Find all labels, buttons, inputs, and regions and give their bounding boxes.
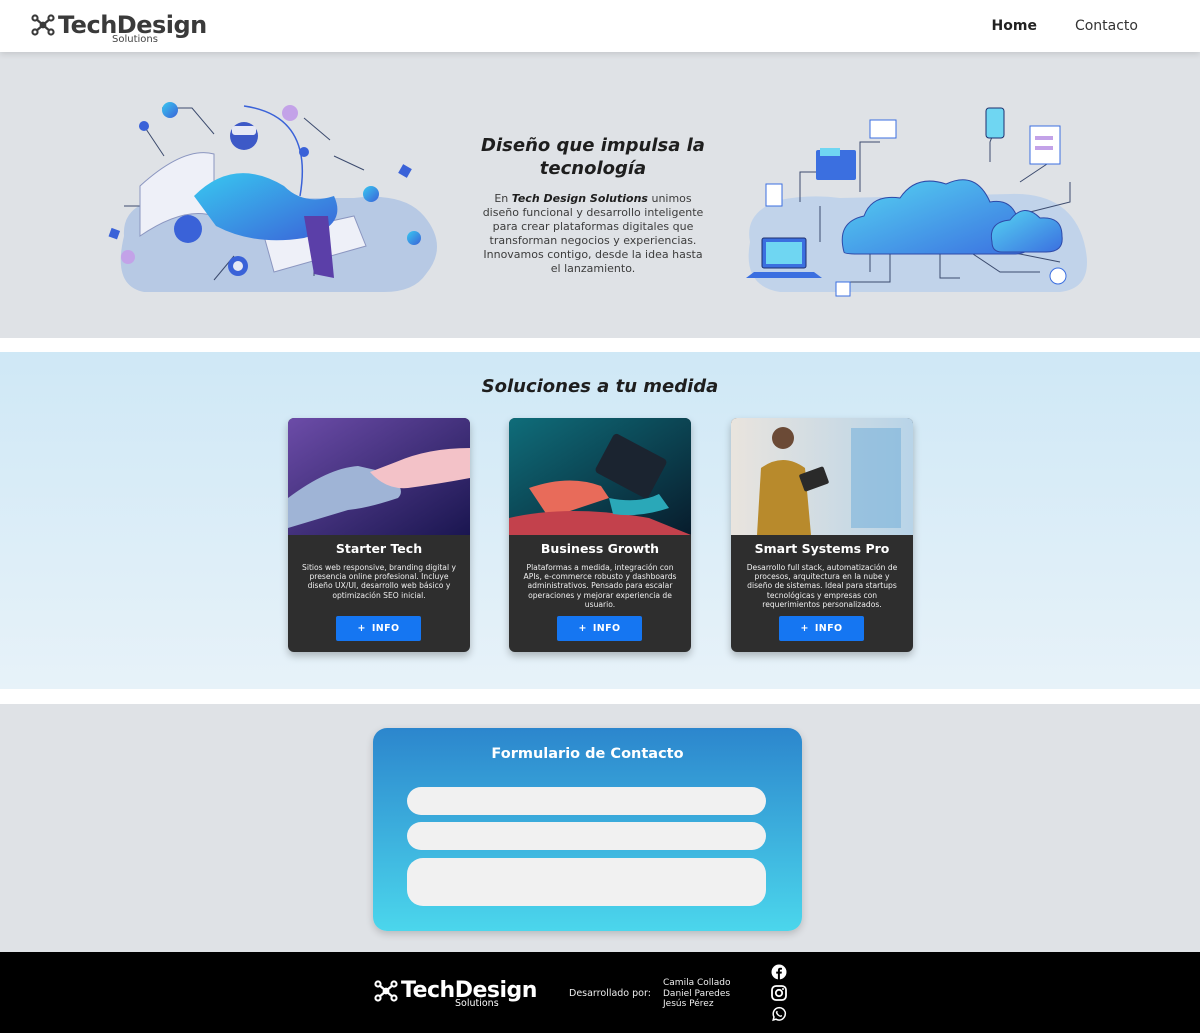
nav-link-home[interactable]: Home [992, 18, 1037, 34]
social-links [771, 964, 789, 1027]
info-button-label: INFO [371, 623, 400, 634]
hero-text-block: Diseño que impulsa la tecnología En Tech… [478, 134, 708, 276]
tablet-hands-image [509, 418, 691, 535]
card-starter-tech: Starter Tech Sitios web responsive, bran… [288, 418, 470, 652]
solutions-title: Soluciones a tu medida [481, 376, 719, 397]
handshake-image [288, 418, 470, 535]
instagram-icon[interactable] [771, 985, 787, 1001]
developer-list: Camila Collado Daniel Paredes Jesús Pére… [663, 978, 730, 1010]
card-business-growth: Business Growth Plataformas a medida, in… [509, 418, 691, 652]
plus-icon: + [800, 623, 809, 634]
card-title: Smart Systems Pro [754, 541, 890, 556]
info-button-business[interactable]: + INFO [557, 616, 642, 641]
card-title: Business Growth [540, 541, 660, 556]
developer-name: Camila Collado [663, 978, 731, 988]
site-logo[interactable]: TechDesign Solutions [30, 12, 207, 45]
contact-field-2[interactable] [407, 822, 766, 850]
hero-title: Diseño que impulsa la tecnología [481, 135, 705, 179]
footer-logo[interactable]: TechDesign Solutions [373, 978, 537, 1009]
hero-body-prefix: En [494, 192, 509, 205]
woman-tablet-image [731, 418, 913, 535]
hero-description: En Tech Design Solutions unimos diseño f… [478, 192, 708, 276]
site-footer: TechDesign Solutions Desarrollado por: C… [0, 952, 1200, 1033]
card-description: Sitios web responsive, branding digital … [302, 563, 456, 600]
vr-person-illustration [108, 102, 438, 292]
plus-icon: + [357, 623, 366, 634]
developer-name: Jesús Pérez [663, 999, 714, 1009]
hero-section: Diseño que impulsa la tecnología En Tech… [0, 52, 1200, 338]
whatsapp-icon[interactable] [771, 1006, 787, 1022]
info-button-label: INFO [592, 623, 621, 634]
contact-field-1[interactable] [407, 787, 766, 815]
card-description: Plataformas a medida, integración con AP… [523, 563, 677, 609]
contact-section: Formulario de Contacto [0, 704, 1200, 952]
logo-subtitle: Solutions [112, 34, 158, 45]
nav-links: Home Contacto [992, 18, 1138, 34]
hero-body-brand: Tech Design Solutions [511, 192, 648, 205]
contact-form-title: Formulario de Contacto [491, 746, 684, 762]
contact-form: Formulario de Contacto [373, 728, 802, 931]
info-button-label: INFO [814, 623, 843, 634]
developer-name: Daniel Paredes [663, 988, 731, 999]
logo-mark-icon [374, 980, 398, 1002]
top-navbar: TechDesign Solutions Home Contacto [0, 0, 1200, 52]
info-button-starter[interactable]: + INFO [336, 616, 421, 641]
card-smart-systems: Smart Systems Pro Desarrollo full stack,… [731, 418, 913, 652]
cloud-network-illustration [746, 107, 1087, 297]
plus-icon: + [578, 623, 587, 634]
nav-link-contacto[interactable]: Contacto [1075, 18, 1138, 34]
card-title: Starter Tech [335, 541, 423, 556]
logo-mark-icon [31, 14, 55, 36]
card-description: Desarrollo full stack, automatización de… [746, 563, 898, 609]
logo-subtitle: Solutions [455, 998, 499, 1009]
developed-by-label: Desarrollado por: [569, 988, 651, 999]
info-button-smart[interactable]: + INFO [779, 616, 864, 641]
solutions-section: Soluciones a tu medida Starter Tech Siti… [0, 352, 1200, 689]
facebook-icon[interactable] [771, 964, 787, 980]
contact-message-field[interactable] [407, 858, 766, 906]
